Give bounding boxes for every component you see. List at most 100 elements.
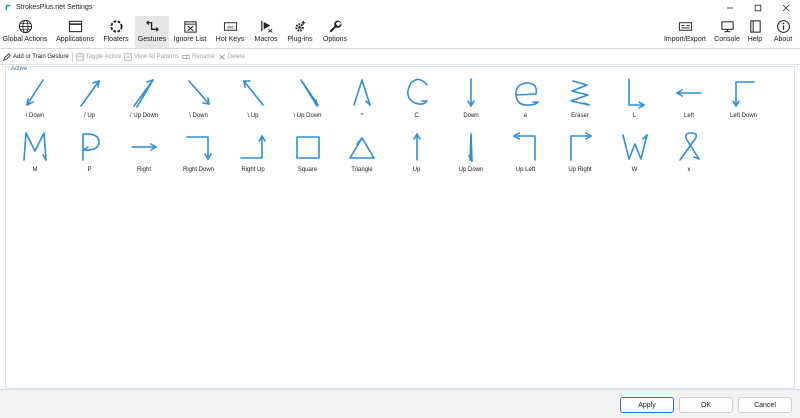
gesture-item[interactable]: Up [390,129,444,175]
rename-button[interactable]: Rename [182,53,215,61]
gesture-item[interactable]: Square [281,129,335,175]
gesture-item[interactable]: / Up Down [117,75,171,121]
cancel-button[interactable]: Cancel [738,397,792,413]
ok-button[interactable]: OK [679,397,733,413]
ribbon-gestures[interactable]: Gestures [135,16,169,48]
gesture-item[interactable]: Left Down [717,75,771,121]
gesture-label: Up [412,167,421,173]
gesture-pattern-icon [468,133,473,162]
gesture-item[interactable]: \ Down [172,75,226,121]
pen-icon [3,52,11,61]
ribbon-options[interactable]: Options [319,16,351,48]
gesture-item[interactable]: W [608,129,662,175]
gesture-label: L [632,113,637,119]
ribbon-floaters[interactable]: Floaters [100,16,132,48]
gesture-item[interactable]: Eraser [553,75,607,121]
view-all-patterns-label: View All Patterns [134,53,179,60]
close-button[interactable] [772,0,800,15]
gesture-item[interactable]: Right [117,129,171,175]
ribbon-label: Import/Export [663,36,706,43]
ribbon-plug-ins[interactable]: Plug-ins [284,16,316,48]
info-icon [776,20,790,33]
gesture-item[interactable]: \ Up [226,75,280,121]
gesture-label: e [523,113,528,119]
gesture-item[interactable]: / Down [8,75,62,121]
gesture-pattern-icon [406,78,428,105]
gesture-label: Square [297,167,318,173]
gesture-pattern-icon [131,143,157,151]
gesture-item[interactable]: C [390,75,444,121]
gesture-item[interactable]: Right Up [226,129,280,175]
gesture-pattern-icon [676,89,702,97]
gesture-item[interactable]: e [499,75,553,121]
gesture-label: Left [683,113,694,119]
ribbon-global-actions[interactable]: Global Actions [2,16,48,48]
ribbon-macros[interactable]: Macros [251,16,281,48]
gesture-item[interactable]: \ Up Down [281,75,335,121]
ribbon-console[interactable]: Console [713,16,741,48]
ribbon-ignore-list[interactable]: Ignore List [172,16,208,48]
gesture-item[interactable]: L [608,75,662,121]
gesture-icon [145,20,159,32]
gesture-label: Up Down [458,167,484,173]
gesture-label: P [87,167,92,173]
gesture-pattern-icon [133,79,154,108]
window-controls [716,0,800,15]
toggle-active-button[interactable]: Toggle Active [76,52,121,61]
gesture-label: Triangle [351,167,373,173]
ribbon-label: Ignore List [173,36,207,43]
ribbon-label: Floaters [103,36,129,43]
gesture-item[interactable]: x [662,129,716,175]
toolbar-separator [71,51,73,62]
gesture-item[interactable]: Triangle [335,129,389,175]
gesture-pattern-icon [570,132,592,161]
gesture-item[interactable]: Up Right [553,129,607,175]
gesture-pattern-icon [243,80,264,106]
macro-play-icon [260,20,272,33]
gesture-label: / Up [83,113,95,119]
gesture-item[interactable]: / Up [63,75,117,121]
ribbon-label: Gestures [137,36,167,43]
gesture-item[interactable]: Right Down [172,129,226,175]
gesture-item[interactable]: Up Down [444,129,498,175]
add-train-gesture-button[interactable]: Add or Train Gesture [3,52,69,61]
gesture-label: \ Down [189,113,208,119]
ribbon-applications[interactable]: Applications [52,16,98,48]
ribbon-label: Help [747,36,763,43]
gesture-item[interactable]: Up Left [499,129,553,175]
gesture-item[interactable]: M [8,129,62,175]
gesture-label: Right Up [241,167,265,173]
maximize-button[interactable] [744,0,772,15]
ribbon-import-export[interactable]: Import/Export [660,16,710,48]
apply-button[interactable]: Apply [620,397,674,413]
gesture-pattern-icon [81,133,100,161]
help-book-icon [749,20,761,33]
import-export-icon [678,22,692,31]
window-title: StrokesPlus.net Settings [16,4,93,11]
gesture-pattern-icon [731,81,755,107]
ribbon-about[interactable]: About [769,16,797,48]
gesture-item[interactable]: Left [662,75,716,121]
gesture-item[interactable]: P [63,129,117,175]
minimize-button[interactable] [716,0,744,15]
ribbon-help[interactable]: Help [744,16,766,48]
gesture-item[interactable]: Down [444,75,498,121]
rename-label: Rename [191,53,215,60]
gesture-pattern-icon [240,135,266,159]
minimize-icon [727,7,733,8]
ribbon-label: Console [714,36,740,43]
gesture-label: ^ [360,113,364,119]
gesture-pattern-icon [679,132,700,161]
gesture-toolbar: Add or Train Gesture Toggle Active View … [0,49,800,65]
delete-button[interactable]: Delete [218,53,245,61]
delete-label: Delete [227,53,246,60]
gesture-pattern-icon [412,133,421,161]
window-icon [68,20,82,33]
gesture-label: C [414,113,419,119]
app-icon [5,4,11,10]
ribbon-label: Hot Keys [215,36,245,43]
view-all-patterns-button[interactable]: View All Patterns [124,52,179,61]
ribbon-hot-keys[interactable]: abc Hot Keys [212,16,248,48]
gesture-item[interactable]: ^ [335,75,389,121]
gesture-pattern-icon [353,79,371,106]
